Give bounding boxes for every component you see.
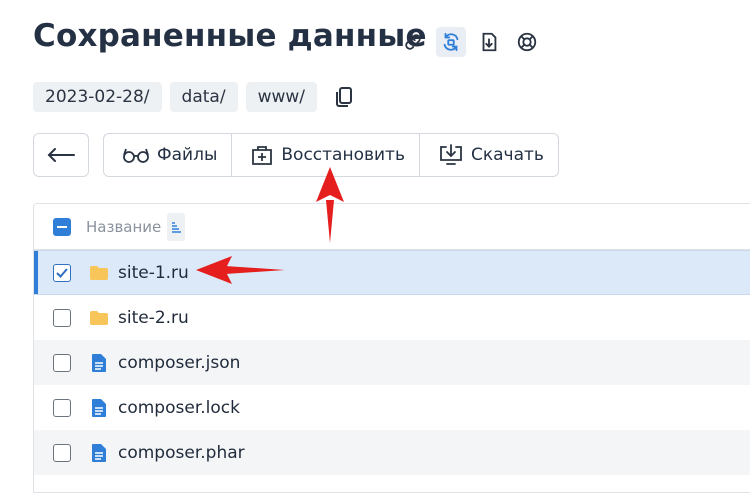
folder-icon xyxy=(88,307,110,329)
download-file-icon[interactable] xyxy=(474,27,504,57)
restore-button-label: Восстановить xyxy=(281,145,405,165)
toolbar: Файлы Восстановить Скачать xyxy=(103,133,559,177)
download-monitor-icon xyxy=(440,144,462,165)
table-row[interactable]: site-1.ru xyxy=(34,250,750,295)
file-table: Название site-1.ru site-2.ru composer.js… xyxy=(33,203,750,493)
select-all-checkbox[interactable] xyxy=(53,217,71,236)
name-column-header[interactable]: Название xyxy=(86,212,186,241)
file-name[interactable]: composer.lock xyxy=(118,398,240,418)
breadcrumb-item[interactable]: data/ xyxy=(169,82,238,112)
download-button-label: Скачать xyxy=(470,145,544,165)
table-row[interactable]: site-2.ru xyxy=(34,295,750,340)
restore-button[interactable]: Восстановить xyxy=(232,134,420,176)
row-checkbox[interactable] xyxy=(53,443,71,462)
file-name[interactable]: composer.phar xyxy=(118,443,245,463)
files-button[interactable]: Файлы xyxy=(104,134,233,176)
table-row[interactable]: composer.lock xyxy=(34,385,750,430)
download-button[interactable]: Скачать xyxy=(420,134,558,176)
file-name[interactable]: site-1.ru xyxy=(118,263,189,283)
row-checkbox[interactable] xyxy=(53,263,71,282)
breadcrumb: 2023-02-28/ data/ www/ xyxy=(33,82,357,112)
sort-icon[interactable] xyxy=(167,212,186,241)
file-name[interactable]: composer.json xyxy=(118,353,240,373)
breadcrumb-item[interactable]: 2023-02-28/ xyxy=(33,82,162,112)
restore-box-icon xyxy=(252,146,273,165)
folder-icon xyxy=(88,262,110,284)
files-button-label: Файлы xyxy=(157,145,218,165)
table-row[interactable]: composer.json xyxy=(34,340,750,385)
name-column-label: Название xyxy=(86,217,162,236)
link-icon[interactable] xyxy=(398,27,428,57)
row-checkbox[interactable] xyxy=(53,308,71,327)
glasses-icon xyxy=(123,148,149,163)
lifebuoy-icon[interactable] xyxy=(512,27,542,57)
document-icon xyxy=(88,397,110,419)
table-header: Название xyxy=(34,204,750,250)
row-checkbox[interactable] xyxy=(53,398,71,417)
document-icon xyxy=(88,352,110,374)
file-name[interactable]: site-2.ru xyxy=(118,308,189,328)
arrow-left-icon xyxy=(47,148,75,162)
breadcrumb-item[interactable]: www/ xyxy=(245,82,318,112)
back-button[interactable] xyxy=(33,133,89,177)
row-checkbox[interactable] xyxy=(53,353,71,372)
document-icon xyxy=(88,442,110,464)
copy-path-icon[interactable] xyxy=(331,82,357,112)
table-row[interactable]: composer.phar xyxy=(34,430,750,475)
page-title: Сохраненные данные xyxy=(33,18,427,54)
refresh-icon[interactable] xyxy=(436,27,466,57)
title-actions xyxy=(398,27,542,57)
